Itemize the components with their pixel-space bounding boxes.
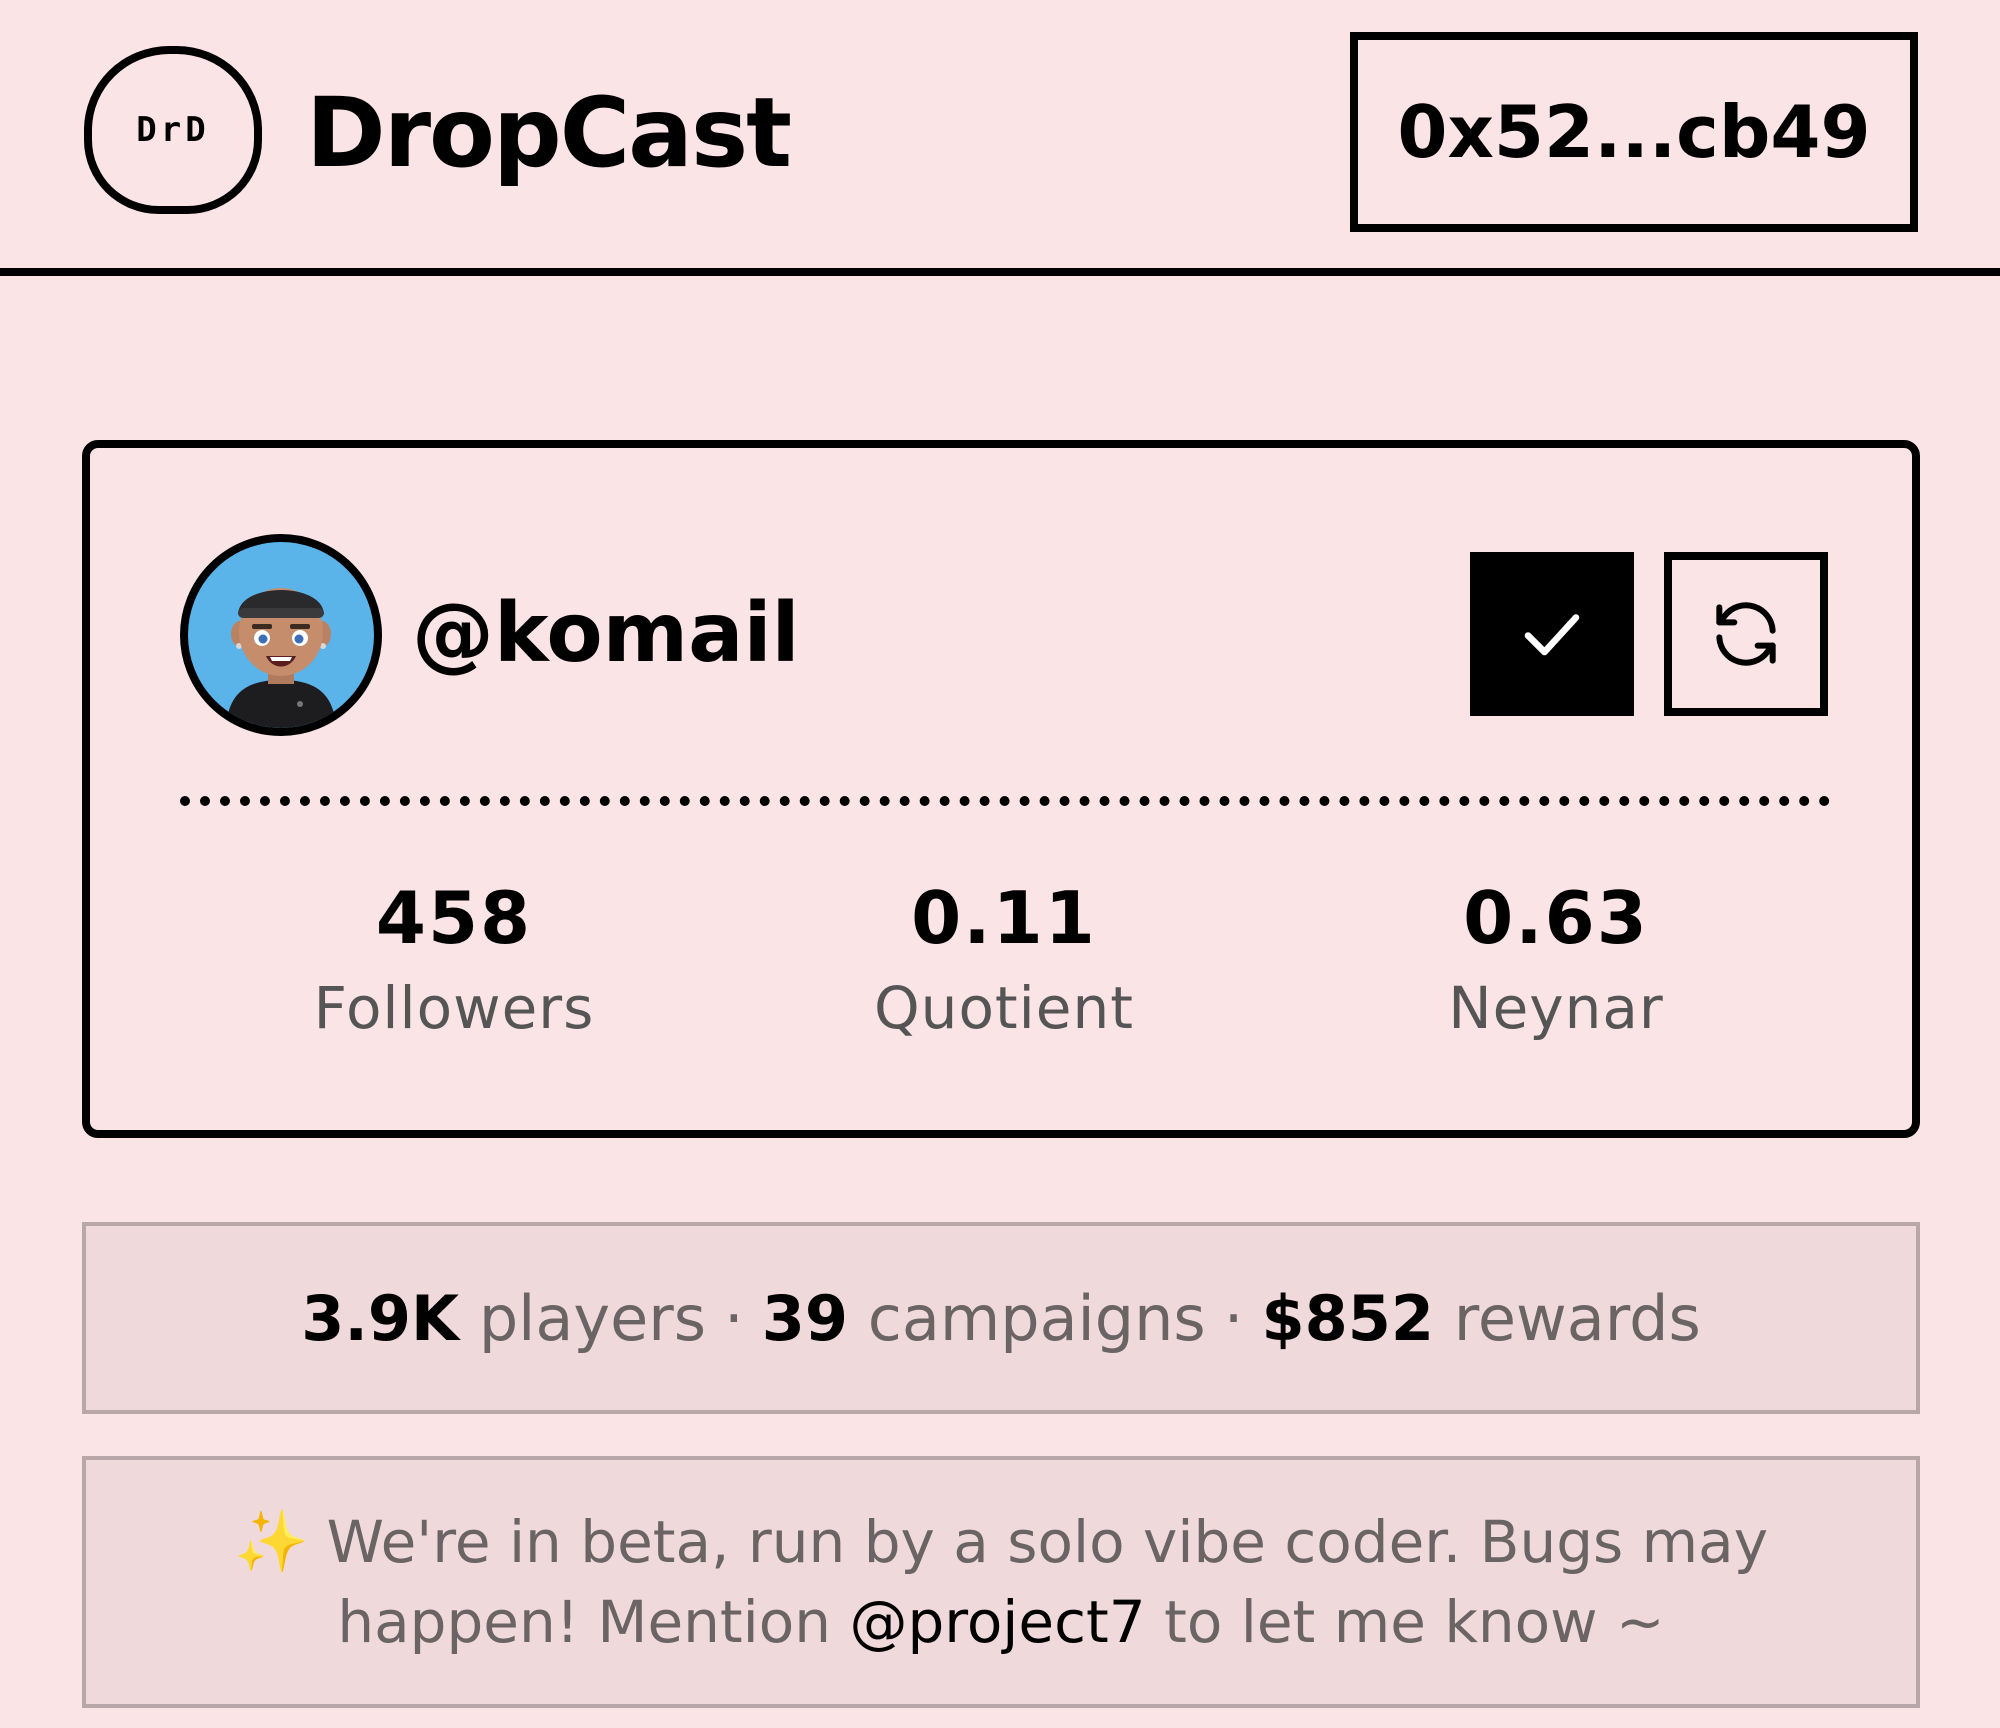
players-label: players <box>478 1281 707 1355</box>
beta-line-2: happen! Mention @project7 to let me know… <box>337 1582 1664 1662</box>
beta-text-1: We're in beta, run by a solo vibe coder.… <box>326 1508 1769 1576</box>
avatar-illustration <box>226 588 336 728</box>
profile-divider <box>180 796 1830 806</box>
mention-link[interactable]: @project7 <box>849 1588 1145 1656</box>
separator: · <box>1223 1281 1244 1355</box>
beta-notice: ✨ We're in beta, run by a solo vibe coder… <box>82 1456 1920 1708</box>
stat-value: 0.63 <box>1463 876 1649 960</box>
sparkle-icon: ✨ <box>233 1507 309 1577</box>
brand-name: DropCast <box>306 77 792 189</box>
logo-badge-text: DrD <box>136 110 210 150</box>
wallet-address-button[interactable]: 0x52...cb49 <box>1350 32 1918 232</box>
refresh-button[interactable] <box>1664 552 1828 716</box>
stat-followers: 458 Followers <box>204 876 704 1056</box>
profile-card: @komail 458 Followers 0.11 Quotient 0.63… <box>82 440 1920 1138</box>
platform-stats-bar: 3.9K players · 39 campaigns · $852 rewar… <box>82 1222 1920 1414</box>
username[interactable]: @komail <box>412 584 800 684</box>
campaigns-label: campaigns <box>867 1281 1206 1355</box>
logo-icon[interactable]: DrD <box>84 46 262 214</box>
stat-label: Followers <box>313 974 595 1042</box>
check-icon <box>1524 614 1580 656</box>
verify-button[interactable] <box>1470 552 1634 716</box>
stat-value: 458 <box>375 876 533 960</box>
rewards-label: rewards <box>1453 1281 1701 1355</box>
beta-text-2-end: to let me know ~ <box>1145 1588 1665 1656</box>
players-count: 3.9K <box>301 1281 460 1355</box>
avatar <box>180 534 382 736</box>
stat-value: 0.11 <box>911 876 1097 960</box>
separator: · <box>724 1281 744 1355</box>
stat-neynar: 0.63 Neynar <box>1306 876 1806 1056</box>
stat-quotient: 0.11 Quotient <box>754 876 1254 1056</box>
campaigns-count: 39 <box>761 1281 849 1355</box>
refresh-icon <box>1716 602 1776 666</box>
beta-text-2-start: happen! Mention <box>337 1588 850 1656</box>
app-header: DrD DropCast 0x52...cb49 <box>0 0 2000 276</box>
beta-line-1: ✨ We're in beta, run by a solo vibe coder… <box>234 1502 1768 1582</box>
rewards-amount: $852 <box>1261 1281 1435 1355</box>
stat-label: Neynar <box>1448 974 1664 1042</box>
stat-label: Quotient <box>874 974 1134 1042</box>
